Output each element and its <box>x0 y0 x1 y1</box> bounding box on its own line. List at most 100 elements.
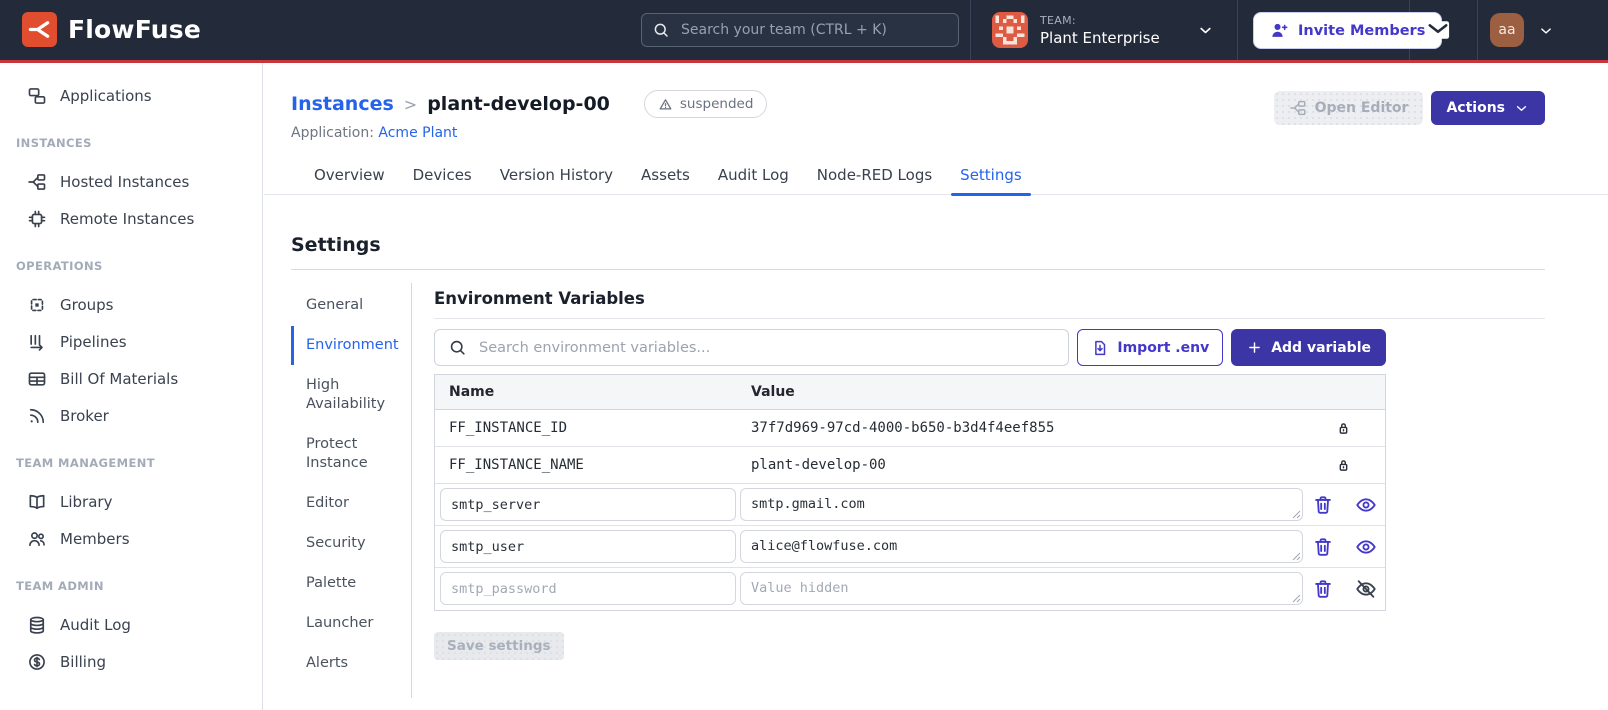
env-var-value: plant-develop-00 <box>751 457 886 473</box>
tab-version-history[interactable]: Version History <box>486 160 627 194</box>
resize-grip-icon[interactable] <box>1292 552 1301 561</box>
chevron-down-icon[interactable] <box>1537 22 1555 40</box>
sidebar-item-label: Hosted Instances <box>60 172 190 191</box>
eye-icon[interactable] <box>1354 493 1378 517</box>
env-var-row-editable <box>435 484 1385 526</box>
team-avatar <box>992 12 1028 48</box>
user-avatar[interactable]: aa <box>1490 13 1524 47</box>
sidebar-section-header: INSTANCES <box>16 136 92 150</box>
open-editor-icon <box>1289 99 1307 117</box>
env-controls: Import .env Add variable <box>434 329 1386 366</box>
settings-nav-launcher[interactable]: Launcher <box>291 604 411 643</box>
env-var-row-editable <box>435 568 1385 610</box>
eye-off-icon[interactable] <box>1354 577 1378 601</box>
sidebar-item-bill-of-materials[interactable]: Bill Of Materials <box>0 360 262 397</box>
app-window: FlowFuse TEAM: Plant Enterprise Invite M… <box>0 0 1608 710</box>
column-header-name: Name <box>449 384 495 400</box>
sidebar-item-audit-log[interactable]: Audit Log <box>0 606 262 643</box>
import-env-label: Import .env <box>1117 339 1210 356</box>
env-var-value-input[interactable] <box>740 530 1303 563</box>
tab-node-red-logs[interactable]: Node-RED Logs <box>803 160 946 194</box>
env-var-name-input[interactable] <box>440 530 736 563</box>
sidebar-item-label: Bill Of Materials <box>60 369 179 388</box>
sidebar-item-groups[interactable]: Groups <box>0 286 262 323</box>
settings-nav-high-availability[interactable]: High Availability <box>291 366 411 424</box>
mail-icon <box>1423 16 1453 44</box>
notifications-button[interactable] <box>1423 16 1453 44</box>
team-search-input[interactable] <box>679 21 948 39</box>
tab-devices[interactable]: Devices <box>399 160 486 194</box>
settings-nav-editor[interactable]: Editor <box>291 484 411 523</box>
sidebar-section-header: OPERATIONS <box>16 259 103 273</box>
settings-nav-alerts[interactable]: Alerts <box>291 644 411 683</box>
actions-label: Actions <box>1446 100 1505 116</box>
resize-grip-icon[interactable] <box>1292 510 1301 519</box>
open-editor-button[interactable]: Open Editor <box>1273 91 1424 125</box>
sidebar: Applications INSTANCES Hosted Instances … <box>0 63 263 710</box>
team-selector[interactable]: TEAM: Plant Enterprise <box>992 11 1224 49</box>
sidebar-item-library[interactable]: Library <box>0 483 262 520</box>
sidebar-item-hosted-instances[interactable]: Hosted Instances <box>0 163 262 200</box>
delete-variable-button[interactable] <box>1311 493 1335 517</box>
settings-nav-environment[interactable]: Environment <box>291 326 411 365</box>
env-var-value-input[interactable] <box>740 488 1303 521</box>
sidebar-item-remote-instances[interactable]: Remote Instances <box>0 200 262 237</box>
invite-members-button[interactable]: Invite Members <box>1253 12 1443 49</box>
sidebar-item-applications[interactable]: Applications <box>0 77 262 114</box>
tab-assets[interactable]: Assets <box>627 160 704 194</box>
env-var-row-locked: FF_INSTANCE_ID 37f7d969-97cd-4000-b650-b… <box>435 410 1385 447</box>
sidebar-item-pipelines[interactable]: Pipelines <box>0 323 262 360</box>
env-var-value-input[interactable] <box>740 572 1303 605</box>
save-settings-button[interactable]: Save settings <box>434 632 564 660</box>
sidebar-section: OPERATIONS Groups Pipelines Bill Of Mate… <box>0 259 262 434</box>
sidebar-item-label: Groups <box>60 295 114 314</box>
sidebar-section: TEAM ADMIN Audit Log Billing <box>0 579 262 680</box>
actions-button[interactable]: Actions <box>1431 91 1545 125</box>
column-header-value: Value <box>751 384 795 400</box>
settings-content: Environment Variables Import .env <box>412 283 1545 698</box>
page-body: Settings General Environment High Availabi… <box>264 234 1608 698</box>
env-search-input[interactable] <box>477 338 1056 357</box>
table-header: Name Value <box>435 375 1385 410</box>
divider <box>291 269 1545 270</box>
navbar-divider <box>1237 0 1238 60</box>
sidebar-item-billing[interactable]: Billing <box>0 643 262 680</box>
chevron-down-icon[interactable] <box>1196 21 1215 40</box>
team-name: Plant Enterprise <box>1040 28 1160 47</box>
delete-variable-button[interactable] <box>1311 535 1335 559</box>
flowfuse-logo[interactable]: FlowFuse <box>22 12 201 47</box>
tab-overview[interactable]: Overview <box>300 160 399 194</box>
section-header: Environment Variables <box>434 283 1545 319</box>
sidebar-item-broker[interactable]: Broker <box>0 397 262 434</box>
broker-icon <box>27 406 47 426</box>
lock-icon <box>1335 420 1352 437</box>
import-icon <box>1091 339 1109 357</box>
add-variable-button[interactable]: Add variable <box>1231 329 1386 366</box>
bill-of-materials-icon <box>27 369 47 389</box>
chevron-down-icon <box>1513 100 1530 117</box>
settings-nav-general[interactable]: General <box>291 286 411 325</box>
import-env-button[interactable]: Import .env <box>1077 329 1224 366</box>
env-var-name-input[interactable] <box>440 572 736 605</box>
tab-audit-log[interactable]: Audit Log <box>704 160 803 194</box>
application-label: Application: <box>291 125 374 141</box>
delete-variable-button[interactable] <box>1311 577 1335 601</box>
env-variables-table: Name Value FF_INSTANCE_ID 37f7d969-97cd-… <box>434 374 1386 611</box>
settings-nav-palette[interactable]: Palette <box>291 564 411 603</box>
resize-grip-icon[interactable] <box>1292 594 1301 603</box>
env-var-value-field <box>740 530 1303 563</box>
tab-settings[interactable]: Settings <box>946 160 1036 196</box>
team-label: TEAM: <box>1040 13 1076 27</box>
settings-nav-security[interactable]: Security <box>291 524 411 563</box>
env-var-name-input[interactable] <box>440 488 736 521</box>
members-icon <box>27 529 47 549</box>
application-link[interactable]: Acme Plant <box>378 125 457 141</box>
settings-nav-protect-instance[interactable]: Protect Instance <box>291 425 411 483</box>
warning-icon <box>658 97 673 112</box>
sidebar-item-members[interactable]: Members <box>0 520 262 557</box>
env-search <box>434 329 1070 366</box>
eye-icon[interactable] <box>1354 535 1378 559</box>
person-plus-icon <box>1270 21 1289 40</box>
library-icon <box>27 492 47 512</box>
breadcrumb-instances-link[interactable]: Instances <box>291 93 394 115</box>
